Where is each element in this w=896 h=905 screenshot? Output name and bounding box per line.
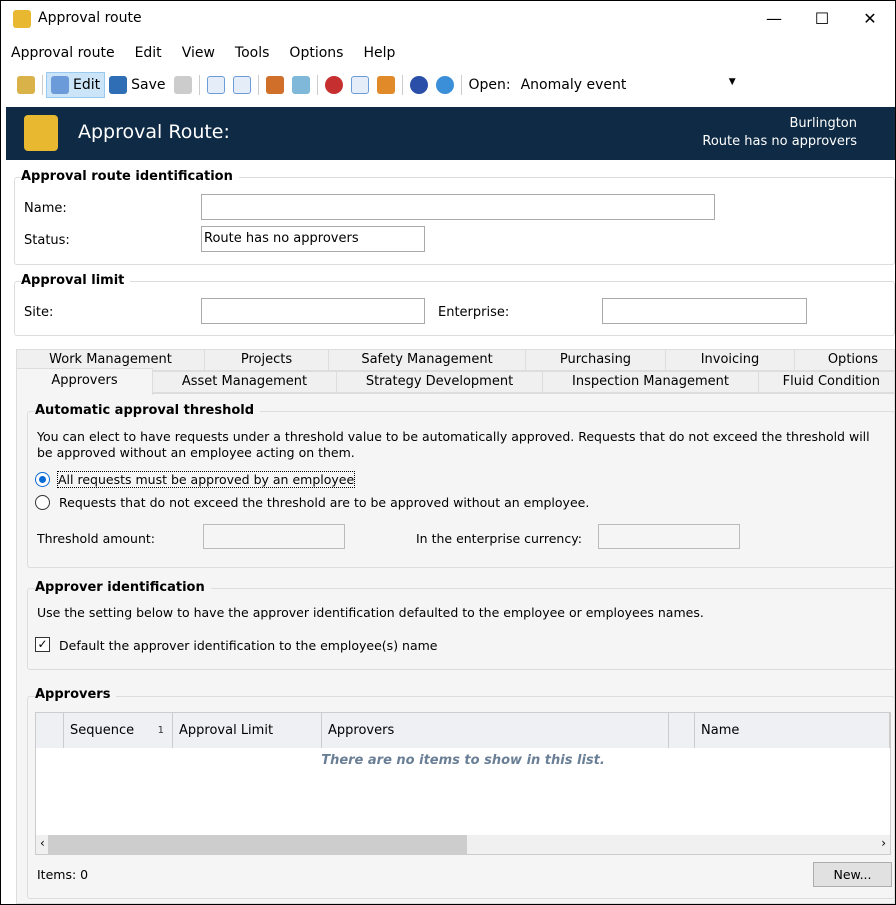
scrollbar-thumb[interactable] xyxy=(48,835,467,854)
menu-bar: Approval route Edit View Tools Options H… xyxy=(1,41,405,67)
page-header: Approval Route: Burlington Route has no … xyxy=(6,107,895,160)
approvers-list: Sequence 1 Approval Limit Approvers Name … xyxy=(35,712,891,855)
menu-options[interactable]: Options xyxy=(279,41,353,67)
open-select[interactable]: Anomaly event ▼ xyxy=(516,71,742,99)
threshold-title: Automatic approval threshold xyxy=(35,403,261,418)
tab-safety-management[interactable]: Safety Management xyxy=(328,349,526,371)
menu-edit[interactable]: Edit xyxy=(125,41,172,67)
save-label: Save xyxy=(131,77,166,93)
edit-label: Edit xyxy=(73,77,101,93)
tab-fluid-condition[interactable]: Fluid Condition xyxy=(758,371,895,393)
default-name-label[interactable]: Default the approver identification to t… xyxy=(59,638,438,653)
horizontal-scrollbar[interactable]: ‹ › xyxy=(36,835,890,854)
option-all-approved-radio[interactable] xyxy=(35,472,50,487)
tab-projects[interactable]: Projects xyxy=(204,349,329,371)
tab-approvers[interactable]: Approvers xyxy=(16,368,153,395)
copy-record-icon[interactable] xyxy=(232,76,251,94)
back-icon[interactable] xyxy=(17,76,35,94)
approval-route-icon xyxy=(24,115,58,151)
open-select-value: Anomaly event xyxy=(520,77,627,93)
status-label: Status: xyxy=(24,233,70,248)
enterprise-input[interactable] xyxy=(602,298,807,324)
column-approval-limit[interactable]: Approval Limit xyxy=(173,713,322,748)
edit-button[interactable]: Edit xyxy=(46,72,106,98)
minimize-button[interactable]: — xyxy=(751,5,797,33)
enterprise-currency-input[interactable] xyxy=(598,524,740,549)
window-title: Approval route xyxy=(38,10,142,26)
column-name[interactable]: Name xyxy=(695,713,890,748)
option-threshold-radio[interactable] xyxy=(35,495,50,510)
column-approvers[interactable]: Approvers xyxy=(322,713,669,748)
sort-ascending-icon: 1 xyxy=(157,725,164,736)
approver-identification-title: Approver identification xyxy=(35,580,211,595)
copy-icon[interactable] xyxy=(350,76,369,94)
new-approver-button[interactable]: New... xyxy=(813,862,892,887)
site-label: Site: xyxy=(24,305,54,320)
tab-inspection-management[interactable]: Inspection Management xyxy=(542,371,759,393)
identification-group xyxy=(14,177,895,265)
default-name-checkbox[interactable]: ✓ xyxy=(35,637,50,652)
enterprise-currency-label: In the enterprise currency: xyxy=(416,531,582,546)
tab-options[interactable]: Options xyxy=(794,349,895,371)
toolbar: Edit Save Open: Anomaly event ▼ xyxy=(1,69,895,101)
maximize-button[interactable]: ☐ xyxy=(799,5,845,33)
save-button[interactable]: Save xyxy=(105,76,169,94)
app-window: Approval route — ☐ ✕ Approval route Edit… xyxy=(0,0,896,905)
chevron-down-icon: ▼ xyxy=(728,77,736,87)
enterprise-label: Enterprise: xyxy=(438,305,510,320)
option-all-approved-label[interactable]: All requests must be approved by an empl… xyxy=(56,471,356,488)
cut-icon[interactable] xyxy=(324,76,343,94)
column-sequence[interactable]: Sequence 1 xyxy=(64,713,173,748)
option-threshold-label[interactable]: Requests that do not exceed the threshol… xyxy=(59,495,589,510)
approver-identification-group xyxy=(27,588,895,670)
link-icon[interactable] xyxy=(291,76,310,94)
threshold-amount-label: Threshold amount: xyxy=(37,531,156,546)
menu-help[interactable]: Help xyxy=(353,41,405,67)
info-icon[interactable] xyxy=(435,76,454,94)
help-icon[interactable] xyxy=(409,76,428,94)
list-header: Sequence 1 Approval Limit Approvers Name xyxy=(36,713,890,748)
threshold-amount-input[interactable] xyxy=(203,524,345,549)
threshold-description: You can elect to have requests under a t… xyxy=(37,429,870,460)
approvers-title: Approvers xyxy=(35,687,117,702)
menu-approval-route[interactable]: Approval route xyxy=(1,41,125,67)
save-icon xyxy=(109,76,128,94)
close-button[interactable]: ✕ xyxy=(847,5,893,33)
scroll-left-icon[interactable]: ‹ xyxy=(40,836,45,850)
menu-view[interactable]: View xyxy=(172,41,225,67)
limit-title: Approval limit xyxy=(21,273,131,288)
edit-icon xyxy=(51,76,69,94)
approver-identification-description: Use the setting below to have the approv… xyxy=(37,605,704,620)
title-bar: Approval route — ☐ ✕ xyxy=(1,1,895,38)
windows-icon[interactable] xyxy=(265,76,284,94)
name-input[interactable] xyxy=(201,194,715,220)
site-input[interactable] xyxy=(201,298,425,324)
identification-title: Approval route identification xyxy=(21,169,239,184)
refresh-icon[interactable] xyxy=(173,76,192,94)
tab-asset-management[interactable]: Asset Management xyxy=(152,371,337,393)
menu-tools[interactable]: Tools xyxy=(225,41,280,67)
app-icon xyxy=(13,10,31,28)
status-field: Route has no approvers xyxy=(201,226,425,252)
tab-purchasing[interactable]: Purchasing xyxy=(525,349,666,371)
tab-invoicing[interactable]: Invoicing xyxy=(665,349,795,371)
new-icon[interactable] xyxy=(206,76,225,94)
empty-list-message: There are no items to show in this list. xyxy=(321,753,605,768)
open-label: Open: xyxy=(468,77,511,93)
scroll-right-icon[interactable]: › xyxy=(881,836,886,850)
tab-strategy-development[interactable]: Strategy Development xyxy=(336,371,543,393)
paste-icon[interactable] xyxy=(376,76,395,94)
column-blank[interactable] xyxy=(669,713,695,748)
page-title: Approval Route: xyxy=(78,121,230,143)
name-label: Name: xyxy=(24,201,67,216)
header-status: Route has no approvers xyxy=(702,134,857,149)
items-count: Items: 0 xyxy=(37,867,89,882)
header-site: Burlington xyxy=(789,116,857,131)
